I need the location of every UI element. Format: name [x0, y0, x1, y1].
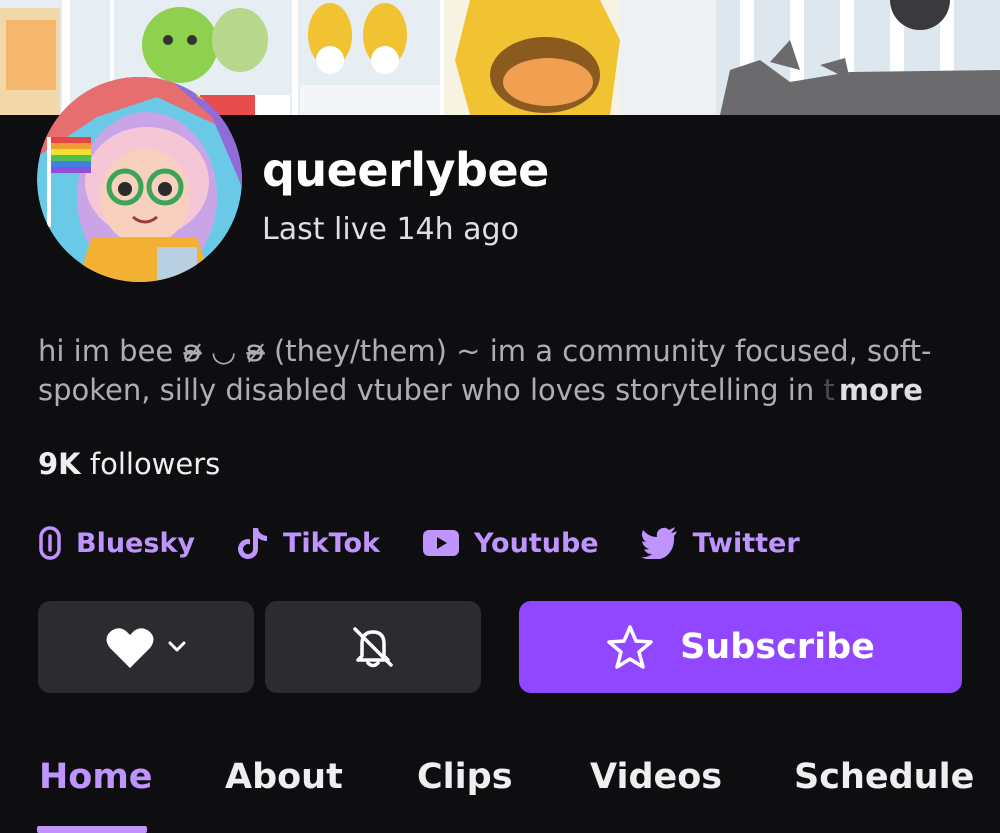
- social-label-bluesky: Bluesky: [76, 527, 195, 559]
- followers-label: followers: [80, 447, 221, 481]
- channel-bio: hi im bee ʚ̴̶̷̷ ◡ ʚ̴̶̷̷ (they/them) ~ im…: [38, 332, 968, 410]
- social-link-twitter[interactable]: Twitter: [640, 522, 800, 564]
- tab-about[interactable]: About: [225, 757, 343, 797]
- social-link-tiktok[interactable]: TikTok: [237, 522, 380, 564]
- tab-videos[interactable]: Videos: [590, 757, 722, 797]
- social-links: Bluesky TikTok Youtube Twitter: [38, 522, 842, 564]
- link-icon: [38, 526, 62, 560]
- bio-more-link[interactable]: more: [839, 373, 923, 407]
- subscribe-button[interactable]: Subscribe: [519, 601, 962, 693]
- followers-number: 9K: [38, 447, 81, 481]
- youtube-icon: [422, 529, 460, 557]
- bio-line-1: hi im bee ʚ̴̶̷̷ ◡ ʚ̴̶̷̷ (they/them) ~ im…: [38, 334, 932, 368]
- social-label-twitter: Twitter: [692, 527, 800, 559]
- tab-schedule[interactable]: Schedule: [794, 757, 974, 797]
- bio-line-2: spoken, silly disabled vtuber who loves …: [38, 371, 968, 410]
- subscribe-label: Subscribe: [680, 627, 875, 667]
- follow-button[interactable]: [38, 601, 254, 693]
- channel-name: queerlybee: [262, 143, 549, 197]
- notifications-button[interactable]: [265, 601, 481, 693]
- active-tab-indicator: [37, 826, 147, 833]
- social-link-bluesky[interactable]: Bluesky: [38, 522, 195, 564]
- channel-tabs: Home About Clips Videos Schedule: [0, 757, 1000, 833]
- heart-icon: [106, 626, 154, 668]
- social-label-tiktok: TikTok: [283, 527, 380, 559]
- bell-off-icon: [350, 624, 396, 670]
- star-icon: [606, 624, 654, 670]
- followers-count: 9K followers: [38, 447, 220, 481]
- tiktok-icon: [237, 526, 269, 560]
- social-label-youtube: Youtube: [473, 527, 599, 559]
- twitter-icon: [640, 527, 679, 559]
- channel-avatar[interactable]: [37, 77, 242, 282]
- tab-home[interactable]: Home: [39, 757, 153, 797]
- social-link-youtube[interactable]: Youtube: [422, 522, 599, 564]
- bio-line-2-text: spoken, silly disabled vtuber who loves …: [38, 373, 815, 407]
- chevron-down-icon[interactable]: [168, 641, 186, 653]
- bio-line-2-fade: t: [814, 373, 835, 407]
- tab-clips[interactable]: Clips: [417, 757, 513, 797]
- last-live-status: Last live 14h ago: [262, 212, 519, 247]
